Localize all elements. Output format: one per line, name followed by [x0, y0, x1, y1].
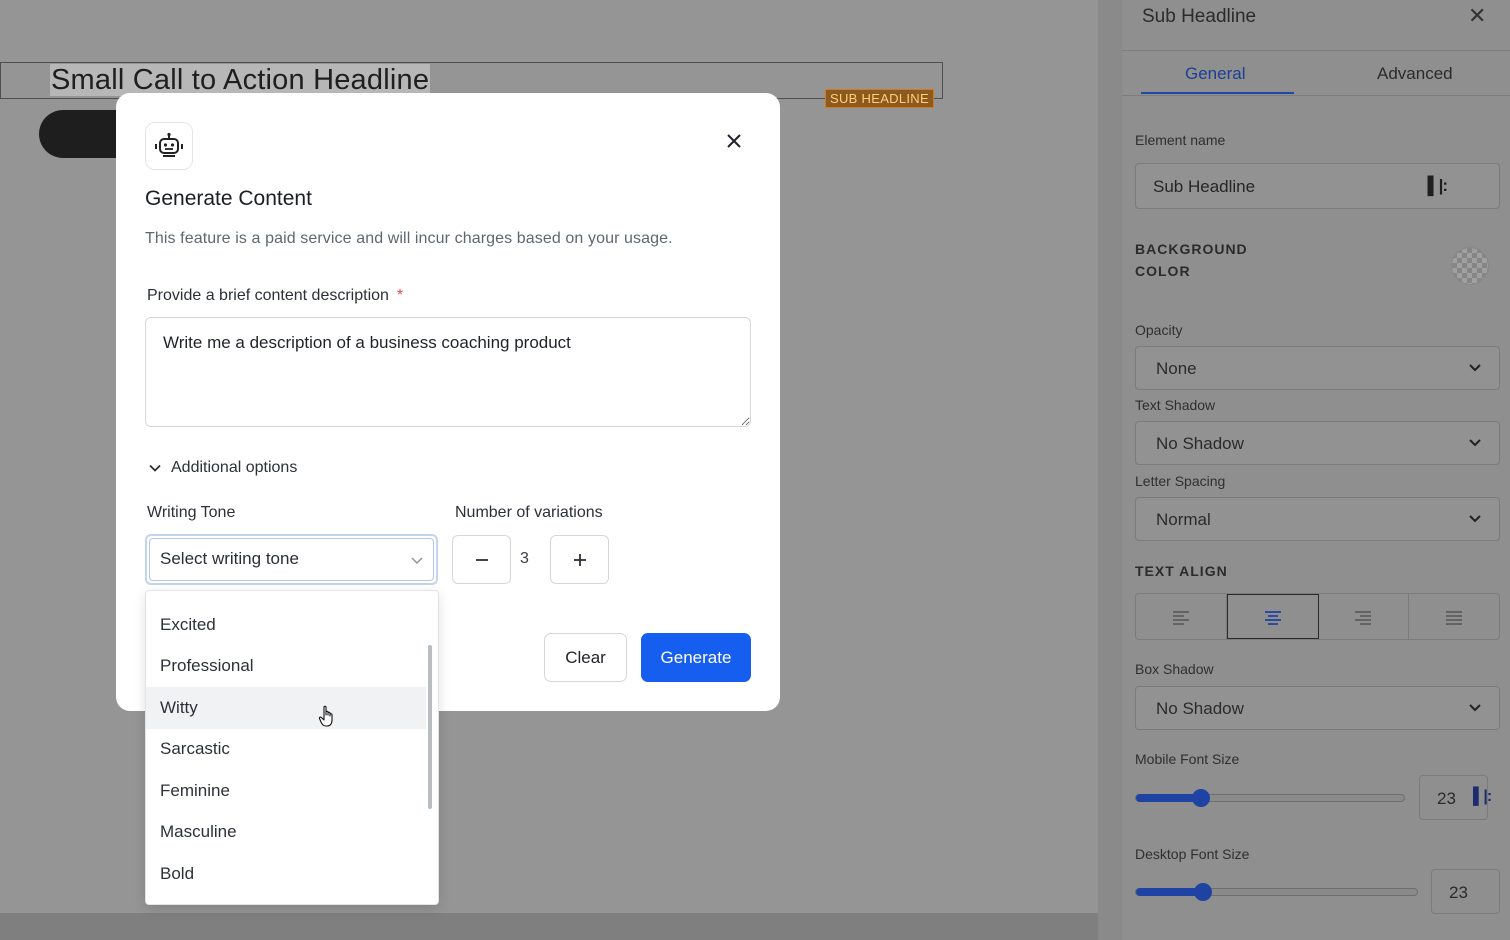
tabs-divider	[1122, 95, 1510, 96]
writing-tone-select[interactable]: Select writing tone	[145, 534, 438, 585]
text-shadow-value: No Shadow	[1156, 434, 1244, 453]
mobile-slider-handle[interactable]	[1192, 789, 1210, 807]
align-justify-button[interactable]	[1409, 594, 1499, 639]
box-shadow-select[interactable]: No Shadow	[1135, 686, 1500, 730]
align-right-button[interactable]	[1319, 594, 1410, 639]
writing-tone-dropdown: Excited Professional Witty Sarcastic Fem…	[145, 590, 439, 905]
clear-button[interactable]: Clear	[544, 633, 627, 682]
text-shadow-label: Text Shadow	[1135, 397, 1216, 413]
canvas-bottom-bar	[0, 913, 1098, 940]
chevron-down-icon	[1469, 704, 1481, 712]
align-left-icon	[1172, 610, 1189, 625]
text-shadow-select[interactable]: No Shadow	[1135, 421, 1500, 465]
variations-value: 3	[520, 550, 529, 567]
text-align-group	[1135, 593, 1500, 640]
description-textarea[interactable]: Write me a description of a business coa…	[145, 317, 751, 427]
desktop-font-size-label: Desktop Font Size	[1135, 846, 1250, 862]
description-label: Provide a brief content description *	[147, 287, 403, 305]
decrement-button[interactable]	[452, 535, 511, 584]
desktop-font-size-slider[interactable]	[1135, 883, 1418, 901]
robot-icon	[145, 122, 193, 170]
background-color-swatch[interactable]	[1451, 247, 1489, 285]
mobile-font-size-label: Mobile Font Size	[1135, 751, 1240, 767]
align-center-button[interactable]	[1226, 594, 1319, 639]
element-type-badge: SUB HEADLINE	[825, 89, 934, 108]
desktop-font-size-value: 23	[1449, 883, 1468, 902]
letter-spacing-value: Normal	[1156, 510, 1211, 529]
letter-spacing-label: Letter Spacing	[1135, 473, 1226, 489]
tone-option-excited[interactable]: Excited	[146, 604, 426, 646]
align-center-icon	[1264, 610, 1281, 625]
writing-tone-placeholder: Select writing tone	[160, 549, 299, 568]
additional-options-toggle[interactable]: Additional options	[147, 459, 297, 477]
align-right-icon	[1355, 610, 1372, 625]
mobile-font-size-slider[interactable]	[1135, 789, 1405, 807]
mobile-font-size-value: 23	[1437, 789, 1456, 808]
panel-title: Sub Headline	[1142, 6, 1257, 27]
required-marker: *	[396, 287, 404, 304]
panel-divider	[1122, 50, 1510, 51]
box-shadow-label: Box Shadow	[1135, 661, 1214, 677]
chevron-down-icon	[1469, 364, 1481, 372]
modal-title: Generate Content	[145, 187, 312, 210]
desktop-font-size-input[interactable]: 23	[1431, 869, 1500, 914]
chevron-down-icon	[1469, 439, 1481, 447]
panel-gutter	[1098, 0, 1122, 940]
tone-option-masculine[interactable]: Masculine	[146, 811, 426, 853]
tone-option-sarcastic[interactable]: Sarcastic	[146, 728, 426, 770]
align-left-button[interactable]	[1136, 594, 1227, 639]
tone-option-bold[interactable]: Bold	[146, 853, 426, 895]
additional-options-label: Additional options	[171, 459, 298, 476]
plus-icon	[573, 553, 586, 566]
opacity-select[interactable]: None	[1135, 346, 1500, 390]
element-name-label: Element name	[1135, 132, 1226, 148]
dynamic-field-icon[interactable]: ▌|:	[1473, 788, 1492, 806]
mobile-font-size-input[interactable]: 23 ▌|:	[1419, 775, 1492, 820]
tone-option-professional[interactable]: Professional	[146, 645, 426, 687]
element-name-field[interactable]: Sub Headline ▌|:	[1135, 163, 1500, 209]
close-icon[interactable]	[722, 129, 746, 153]
tone-option-witty[interactable]: Witty	[146, 687, 426, 729]
writing-tone-label: Writing Tone	[147, 504, 236, 521]
minus-icon	[475, 558, 488, 561]
increment-button[interactable]	[550, 535, 609, 584]
tab-advanced[interactable]: Advanced	[1377, 64, 1453, 84]
element-name-value: Sub Headline	[1153, 177, 1256, 196]
dynamic-field-icon[interactable]: ▌|:	[1428, 176, 1448, 196]
generate-button[interactable]: Generate	[641, 633, 751, 682]
tab-general[interactable]: General	[1185, 64, 1245, 84]
dropdown-scrollbar[interactable]	[428, 645, 432, 809]
text-align-label: TEXT ALIGN	[1135, 563, 1228, 579]
opacity-value: None	[1156, 359, 1197, 378]
canvas-headline[interactable]: Small Call to Action Headline	[50, 64, 431, 96]
description-label-text: Provide a brief content description	[147, 287, 389, 304]
active-tab-indicator	[1141, 92, 1294, 94]
chevron-down-icon	[1469, 515, 1481, 523]
variations-label: Number of variations	[455, 504, 603, 521]
align-justify-icon	[1446, 610, 1463, 625]
chevron-down-icon	[149, 464, 161, 472]
chevron-down-icon	[411, 557, 423, 564]
background-color-label: BACKGROUND COLOR	[1135, 241, 1248, 279]
close-icon[interactable]: ✕	[1468, 3, 1486, 29]
properties-panel: Sub Headline ✕ General Advanced Element …	[1122, 0, 1510, 940]
letter-spacing-select[interactable]: Normal	[1135, 497, 1500, 541]
modal-subtitle: This feature is a paid service and will …	[145, 230, 673, 247]
desktop-slider-handle[interactable]	[1194, 883, 1212, 901]
box-shadow-value: No Shadow	[1156, 699, 1244, 718]
opacity-label: Opacity	[1135, 322, 1183, 338]
tone-option-feminine[interactable]: Feminine	[146, 770, 426, 812]
hand-cursor-icon	[318, 705, 333, 727]
